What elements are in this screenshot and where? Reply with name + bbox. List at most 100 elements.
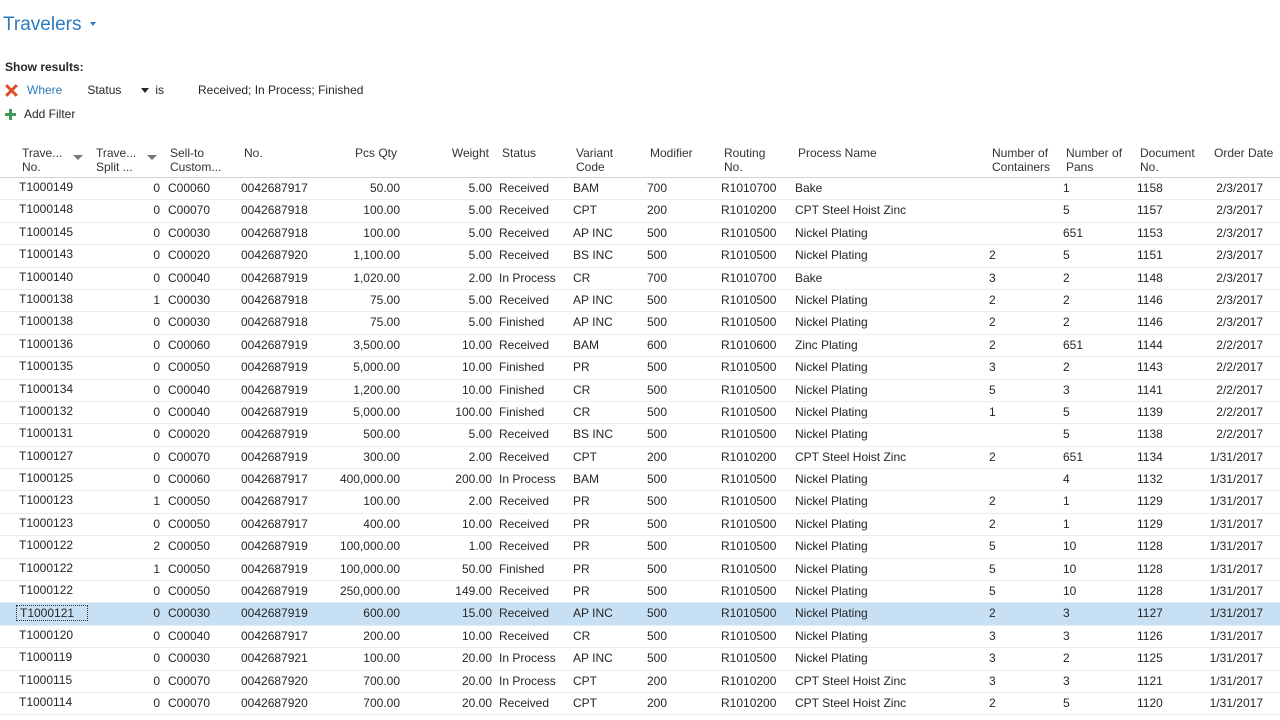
cell-sell-to-customer: C00070 [168, 203, 211, 218]
table-row[interactable]: T1000135 0 C00050 0042687919 5,000.00 10.00 Fi… [0, 357, 1280, 380]
cell-variant-code: PR [573, 561, 590, 576]
page-title-menu[interactable]: Travelers [3, 12, 97, 38]
table-row[interactable]: T1000123 1 C00050 0042687917 100.00 2.00 Recei… [0, 491, 1280, 514]
table-row[interactable]: T1000143 0 C00020 0042687920 1,100.00 5.00 Rec… [0, 245, 1280, 268]
cell-number-of-pans: 2 [1063, 270, 1070, 285]
cell-status: Received [499, 539, 550, 554]
table-row[interactable]: T1000123 0 C00050 0042687917 400.00 10.00 Rece… [0, 514, 1280, 537]
cell-no: 0042687919 [241, 539, 308, 554]
cell-traveler-no: T1000122 [19, 560, 74, 575]
cell-routing-no: R1010700 [721, 181, 777, 195]
close-icon[interactable] [5, 84, 18, 97]
cell-traveler-no: T1000149 [19, 180, 74, 194]
cell-traveler-no: T1000136 [19, 336, 74, 351]
cell-routing-no: R1010500 [721, 427, 777, 442]
cell-modifier: 500 [647, 315, 668, 330]
column-header-process-name[interactable]: Process Name [798, 146, 877, 160]
column-header-pcs-qty[interactable]: Pcs Qty [320, 146, 397, 160]
cell-status: Received [499, 427, 550, 442]
cell-traveler-split: 0 [153, 606, 160, 621]
cell-routing-no: R1010500 [721, 225, 777, 240]
table-row[interactable]: T1000148 0 C00070 0042687918 100.00 5.00 Recei… [0, 200, 1280, 223]
cell-no: 0042687920 [241, 695, 308, 710]
cell-status: Received [499, 606, 550, 621]
column-header-label: Number of Pans [1066, 146, 1123, 174]
cell-modifier: 500 [647, 494, 668, 509]
column-header-no[interactable]: No. [244, 146, 263, 160]
cell-sell-to-customer: C00040 [168, 382, 211, 397]
table-row[interactable]: T1000115 0 C00070 0042687920 700.00 20.00 In P… [0, 671, 1280, 693]
table-row[interactable]: T1000140 0 C00040 0042687919 1,020.00 2.00 In … [0, 268, 1280, 290]
cell-sell-to-customer: C00040 [168, 628, 211, 643]
column-header-sell-to-customer[interactable]: Sell-to Custom... [170, 146, 221, 174]
add-filter-button[interactable]: Add Filter [5, 105, 75, 123]
table-row[interactable]: T1000145 0 C00030 0042687918 100.00 5.00 Recei… [0, 223, 1280, 246]
cell-traveler-split: 0 [153, 516, 160, 531]
cell-traveler-split: 0 [153, 203, 160, 218]
cell-status: Received [499, 695, 550, 710]
sort-descending-icon[interactable] [73, 155, 83, 160]
cell-number-of-containers: 2 [989, 248, 996, 263]
filter-value[interactable]: Received; In Process; Finished [198, 83, 363, 97]
column-header-traveler-split[interactable]: Trave... Split ... [96, 146, 136, 174]
cell-order-date: 2/3/2017 [1216, 203, 1263, 218]
column-header-variant-code[interactable]: Variant Code [576, 146, 613, 174]
column-header-document-no[interactable]: Document No. [1140, 146, 1195, 174]
column-header-number-of-pans[interactable]: Number of Pans [1066, 146, 1122, 174]
table-row[interactable]: T1000122 0 C00050 0042687919 250,000.00 149.0… [0, 581, 1280, 604]
cell-traveler-no: T1000135 [19, 359, 74, 374]
column-header-traveler-no[interactable]: Trave... No. [22, 146, 62, 174]
table-row[interactable]: T1000138 1 C00030 0042687918 75.00 5.00 Receiv… [0, 290, 1280, 313]
cell-number-of-pans: 651 [1063, 337, 1084, 352]
add-filter-label: Add Filter [24, 107, 76, 121]
chevron-down-icon [90, 22, 97, 26]
table-row[interactable]: T1000131 0 C00020 0042687919 500.00 5.00 Recei… [0, 424, 1280, 447]
table-row[interactable]: T1000132 0 C00040 0042687919 5,000.00 100.00 F… [0, 402, 1280, 425]
table-row[interactable]: T1000125 0 C00060 0042687917 400,000.00 200.0… [0, 469, 1280, 492]
cell-process-name: Nickel Plating [795, 539, 868, 554]
cell-modifier: 500 [647, 472, 668, 487]
cell-modifier: 500 [647, 248, 668, 263]
table-row[interactable]: T1000120 0 C00040 0042687917 200.00 10.00 Rece… [0, 626, 1280, 649]
cell-traveler-no: T1000120 [19, 627, 74, 642]
cell-process-name: Nickel Plating [795, 472, 868, 487]
table-row-selected[interactable]: T1000121 0 C00030 0042687919 600.00 15.00 Rece… [0, 603, 1280, 626]
cell-modifier: 200 [647, 695, 668, 710]
cell-sell-to-customer: C00070 [168, 673, 211, 688]
sort-descending-icon[interactable] [147, 155, 157, 160]
cell-process-name: CPT Steel Hoist Zinc [795, 695, 907, 710]
table-row[interactable]: T1000122 1 C00050 0042687919 100,000.00 50.00… [0, 559, 1280, 582]
cell-sell-to-customer: C00050 [168, 516, 211, 531]
cell-pcs-qty: 100.00 [363, 494, 400, 509]
cell-pcs-qty: 1,020.00 [353, 270, 400, 285]
column-header-number-of-containers[interactable]: Number of Containers [992, 146, 1050, 174]
table-row[interactable]: T1000114 0 C00070 0042687920 700.00 20.00 Rece… [0, 693, 1280, 716]
table-row[interactable]: T1000149 0 C00060 0042687917 50.00 5.00 Receiv… [0, 178, 1280, 201]
table-row[interactable]: T1000134 0 C00040 0042687919 1,200.00 10.00 Fi… [0, 380, 1280, 402]
cell-pcs-qty: 200.00 [363, 628, 400, 643]
cell-weight: 5.00 [468, 315, 492, 330]
table-row[interactable]: T1000119 0 C00030 0042687921 100.00 20.00 In P… [0, 648, 1280, 671]
column-header-status[interactable]: Status [502, 146, 536, 160]
table-row[interactable]: T1000136 0 C00060 0042687919 3,500.00 10.00 Re… [0, 335, 1280, 358]
column-header-label: Order Date [1214, 146, 1274, 160]
cell-weight: 20.00 [461, 695, 492, 710]
column-header-routing-no[interactable]: Routing No. [724, 146, 765, 174]
cell-number-of-pans: 5 [1063, 203, 1070, 218]
cell-modifier: 600 [647, 337, 668, 352]
cell-routing-no: R1010500 [721, 382, 777, 397]
table-row[interactable]: T1000122 2 C00050 0042687919 100,000.00 1.00 R… [0, 536, 1280, 559]
cell-process-name: Zinc Plating [795, 337, 858, 352]
cell-weight: 5.00 [468, 248, 492, 263]
table-row[interactable]: T1000138 0 C00030 0042687918 75.00 5.00 Finish… [0, 312, 1280, 335]
column-header-modifier[interactable]: Modifier [650, 146, 693, 160]
cell-no: 0042687921 [241, 651, 308, 666]
cell-routing-no: R1010500 [721, 516, 777, 531]
cell-status: Received [499, 248, 550, 263]
cell-variant-code: CR [573, 628, 591, 643]
column-header-order-date[interactable]: Order Date [1214, 146, 1273, 160]
table-row[interactable]: T1000127 0 C00070 0042687919 300.00 2.00 Recei… [0, 447, 1280, 470]
filter-field-select[interactable]: Status [87, 83, 150, 97]
where-link[interactable]: Where [27, 83, 62, 97]
column-header-weight[interactable]: Weight [420, 146, 489, 160]
